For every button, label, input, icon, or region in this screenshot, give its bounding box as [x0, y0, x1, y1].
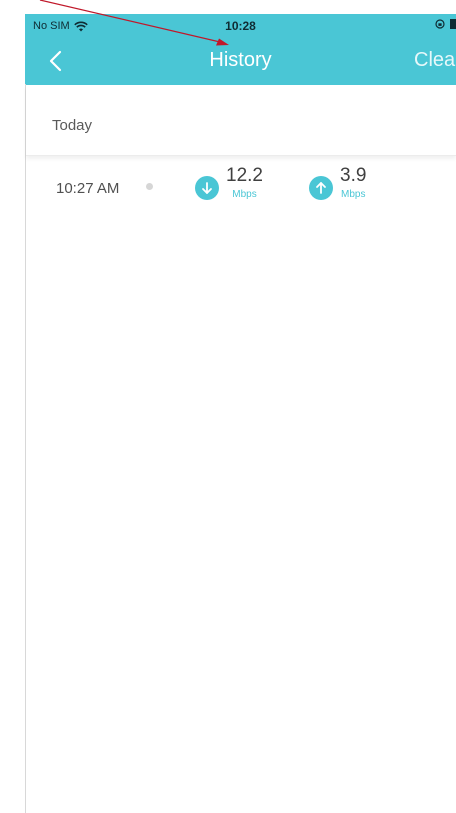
arrow-up-icon: [309, 176, 333, 200]
arrow-down-icon: [195, 176, 219, 200]
row-time: 10:27 AM: [56, 180, 120, 197]
upload-unit: Mbps: [340, 189, 366, 200]
status-right: [435, 19, 456, 29]
orientation-lock-icon: [435, 19, 445, 29]
upload-speed-text: 3.9 Mbps: [340, 165, 366, 201]
download-unit: Mbps: [232, 189, 257, 200]
status-time: 10:28: [225, 19, 256, 33]
section-header: Today: [26, 85, 456, 156]
history-screen: No SIM 10:28 History Clea Today 10:27 AM…: [0, 0, 456, 813]
header: No SIM 10:28 History Clea: [25, 14, 456, 85]
page-title: History: [209, 49, 272, 71]
download-value: 12.2: [226, 165, 263, 186]
battery-icon: [450, 19, 456, 29]
status-dot: [146, 183, 153, 190]
section-label-today: Today: [52, 117, 93, 134]
nav-bar: History Clear: [25, 38, 456, 85]
status-bar: No SIM 10:28: [25, 14, 456, 38]
upload-value: 3.9: [340, 165, 367, 186]
history-row[interactable]: 10:27 AM 12.2 Mbps 3.9 Mbps: [26, 160, 456, 216]
download-speed: 12.2 Mbps: [195, 165, 263, 201]
upload-speed: 3.9 Mbps: [309, 165, 366, 201]
clear-button[interactable]: Clear: [414, 49, 456, 72]
download-speed-text: 12.2 Mbps: [226, 165, 263, 201]
